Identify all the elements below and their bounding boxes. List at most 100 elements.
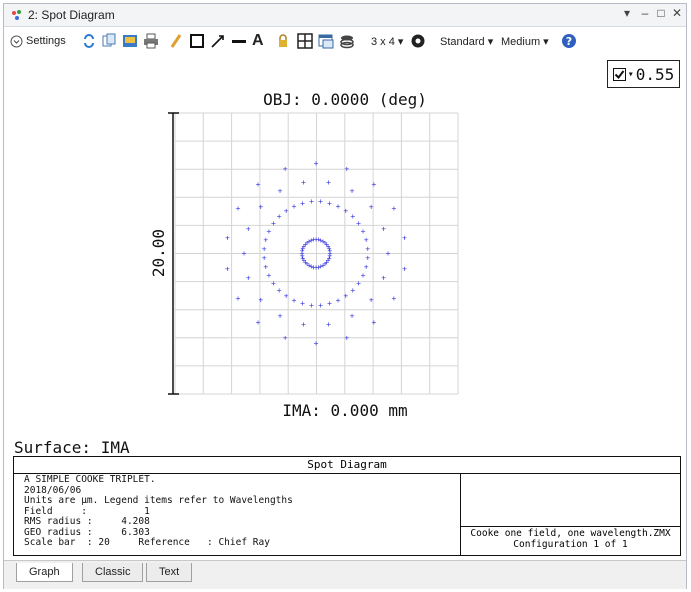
spot-point: + (284, 292, 289, 301)
spot-point: + (225, 265, 230, 274)
spot-point: + (369, 295, 374, 304)
file-name: Cooke one field, one wavelength.ZMX (470, 528, 671, 539)
info-line: Scale bar : 20 Reference : Chief Ray (24, 537, 270, 548)
svg-text:?: ? (566, 35, 572, 48)
spot-point: + (309, 301, 314, 310)
view-tabs: Graph Classic Text (4, 560, 686, 589)
medium-dropdown[interactable]: Medium ▾ (501, 32, 549, 50)
spot-point: + (344, 334, 349, 343)
spot-point: + (350, 286, 355, 295)
rectangle-tool-icon[interactable] (189, 32, 205, 50)
spot-point: + (258, 203, 263, 212)
close-button[interactable]: ✕ (670, 6, 684, 20)
tab-classic[interactable]: Classic (82, 563, 144, 582)
spot-point: + (402, 265, 407, 274)
spot-point: + (344, 164, 349, 173)
spot-point: + (343, 292, 348, 301)
spot-point: + (391, 204, 396, 213)
info-line: RMS radius : 4.208 (24, 516, 150, 527)
minimize-button[interactable]: – (638, 6, 652, 20)
spot-point: + (301, 178, 306, 187)
info-box: Spot Diagram A SIMPLE COOKE TRIPLET. 201… (13, 456, 681, 556)
spot-point: + (326, 320, 331, 329)
spot-point: + (262, 245, 267, 254)
refresh-icon[interactable] (82, 32, 96, 50)
scale-bar-label: 20.00 (149, 229, 168, 277)
title-bar: 2: Spot Diagram ▾ – □ ✕ (4, 4, 686, 27)
info-box-header: Spot Diagram (14, 457, 680, 474)
grid-layout-icon[interactable] (297, 32, 313, 50)
spot-point: + (266, 271, 271, 280)
spot-point: + (284, 206, 289, 215)
info-line: 2018/06/06 (24, 484, 82, 496)
spot-point: + (263, 263, 268, 272)
window-icon[interactable] (318, 32, 334, 50)
spot-point: + (381, 224, 386, 233)
spot-point: + (292, 296, 297, 305)
window-menu-dropdown[interactable]: ▾ (620, 6, 634, 20)
spot-point: + (278, 187, 283, 196)
spot-point: + (271, 219, 276, 228)
spot-point: + (361, 271, 366, 280)
spot-point: + (242, 249, 247, 258)
spot-point: + (318, 301, 323, 310)
spot-point: + (277, 286, 282, 295)
spot-point: + (283, 164, 288, 173)
gear-icon[interactable] (410, 32, 426, 50)
info-line: Field : 1 (24, 505, 150, 517)
settings-button[interactable]: Settings (10, 32, 66, 50)
chevron-down-circle-icon (10, 35, 23, 47)
spot-point: + (336, 202, 341, 211)
spot-point: + (318, 197, 323, 206)
arrow-tool-icon[interactable] (210, 32, 226, 50)
spot-diagram-plot: ▾ 0.55 OBJ: 0.0000 (deg) 20.00 + + + + + + + + +… (4, 56, 686, 454)
spot-point: + (256, 318, 261, 327)
spot-point: + (365, 245, 370, 254)
spot-diagram-canvas: 20.00 + + + + + + + + + + + + + + + + + + + + + + + + + + + + + + + + + +… (149, 112, 459, 395)
spot-point: + (381, 274, 386, 283)
pencil-icon[interactable] (169, 32, 183, 50)
spot-point: + (343, 206, 348, 215)
spot-point: + (278, 311, 283, 320)
toolbar: Settings A 3 x 4 ▾ Standard ▾ Medium ▾ ? (4, 27, 686, 55)
spot-point: + (271, 279, 276, 288)
print-icon[interactable] (143, 32, 159, 50)
help-icon[interactable]: ? (561, 32, 577, 50)
info-line: Units are µm. Legend items refer to Wave… (24, 495, 293, 506)
copy-icon[interactable] (101, 32, 117, 50)
standard-dropdown[interactable]: Standard ▾ (440, 32, 493, 50)
info-lines: A SIMPLE COOKE TRIPLET. 2018/06/06 Units… (24, 474, 293, 549)
info-line: GEO radius : 6.303 (24, 526, 150, 538)
spot-point: + (391, 294, 396, 303)
spot-point: + (356, 279, 361, 288)
info-line: A SIMPLE COOKE TRIPLET. (24, 474, 156, 485)
spot-point: + (266, 227, 271, 236)
spot-point: + (327, 199, 332, 208)
spot-diagram-window: 2: Spot Diagram ▾ – □ ✕ Settings A 3 x 4… (3, 3, 687, 589)
spot-point: + (402, 233, 407, 242)
spot-point: + (371, 318, 376, 327)
spot-point: + (314, 339, 319, 348)
layout-dropdown[interactable]: 3 x 4 ▾ (371, 32, 403, 50)
line-tool-icon[interactable] (231, 32, 247, 50)
spot-point: + (246, 224, 251, 233)
lock-icon[interactable] (277, 32, 289, 50)
spot-point: + (369, 203, 374, 212)
tab-graph[interactable]: Graph (16, 563, 73, 582)
info-horizontal-divider (460, 526, 680, 527)
text-tool-icon[interactable]: A (252, 32, 264, 50)
spot-point: + (258, 295, 263, 304)
spot-point: + (327, 299, 332, 308)
spot-point: + (327, 247, 332, 256)
maximize-button[interactable]: □ (654, 6, 668, 20)
layers-icon[interactable] (339, 32, 355, 50)
settings-label: Settings (26, 35, 66, 47)
spot-point: + (256, 180, 261, 189)
configuration-label: Configuration 1 of 1 (513, 539, 628, 550)
spot-point: + (277, 212, 282, 221)
tab-text[interactable]: Text (146, 563, 193, 582)
spot-point: + (236, 294, 241, 303)
grid-lines (174, 112, 459, 395)
save-image-icon[interactable] (122, 32, 138, 50)
spot-point: + (292, 202, 297, 211)
